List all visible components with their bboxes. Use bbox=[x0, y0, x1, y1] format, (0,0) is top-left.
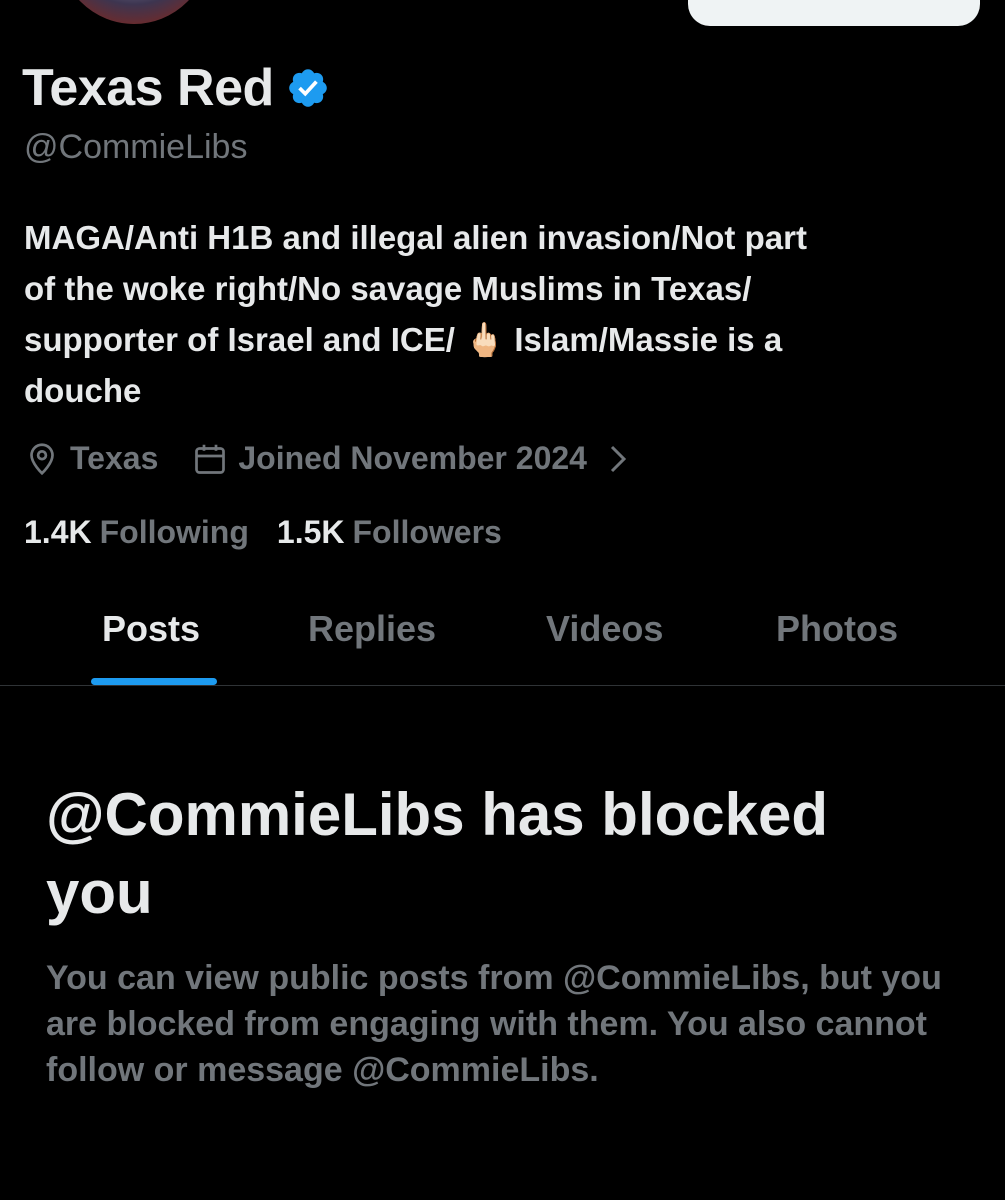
followers-count: 1.5K bbox=[276, 514, 345, 550]
display-name: Texas Red bbox=[22, 59, 274, 117]
blocked-title: @CommieLibs has blocked you bbox=[46, 781, 829, 926]
followers-label: Followers bbox=[352, 514, 502, 550]
tab-photos[interactable]: Photos bbox=[776, 608, 898, 650]
following-stat[interactable]: 1.4K Following bbox=[24, 514, 249, 551]
joined-date[interactable]: Joined November 2024 bbox=[192, 440, 629, 477]
tab-replies[interactable]: Replies bbox=[308, 608, 436, 650]
bio-line: MAGA/Anti H1B and illegal alien invasion… bbox=[24, 219, 807, 256]
bio-line: douche bbox=[24, 372, 142, 409]
joined-text: Joined November 2024 bbox=[238, 440, 587, 476]
verified-badge-icon[interactable] bbox=[286, 66, 330, 110]
display-name-row: Texas Red bbox=[22, 58, 330, 118]
tab-posts[interactable]: Posts bbox=[102, 608, 200, 650]
profile-bio: MAGA/Anti H1B and illegal alien invasion… bbox=[24, 212, 984, 416]
profile-meta: Texas Joined November 2024 bbox=[24, 440, 629, 477]
chevron-right-icon bbox=[610, 445, 627, 472]
avatar[interactable] bbox=[55, 0, 213, 28]
follow-stats: 1.4K Following 1.5K Followers bbox=[24, 514, 502, 551]
bio-line: of the woke right/No savage Muslims in T… bbox=[24, 270, 752, 307]
calendar-icon bbox=[195, 444, 226, 474]
user-handle: @CommieLibs bbox=[24, 128, 248, 166]
followers-stat[interactable]: 1.5K Followers bbox=[277, 514, 502, 551]
profile-tabs: Posts Replies Videos Photos bbox=[0, 580, 1005, 686]
tab-videos[interactable]: Videos bbox=[546, 608, 663, 650]
location: Texas bbox=[24, 440, 158, 477]
location-pin-icon bbox=[30, 442, 54, 475]
active-tab-indicator bbox=[91, 678, 217, 685]
location-text: Texas bbox=[70, 440, 159, 476]
bio-line: supporter of Israel and ICE/ 🖕🏻 Islam/Ma… bbox=[24, 321, 783, 358]
profile-action-button[interactable] bbox=[688, 0, 980, 26]
following-count: 1.4K bbox=[24, 514, 92, 550]
blocked-message: You can view public posts from @CommieLi… bbox=[46, 959, 942, 1089]
following-label: Following bbox=[99, 514, 249, 550]
